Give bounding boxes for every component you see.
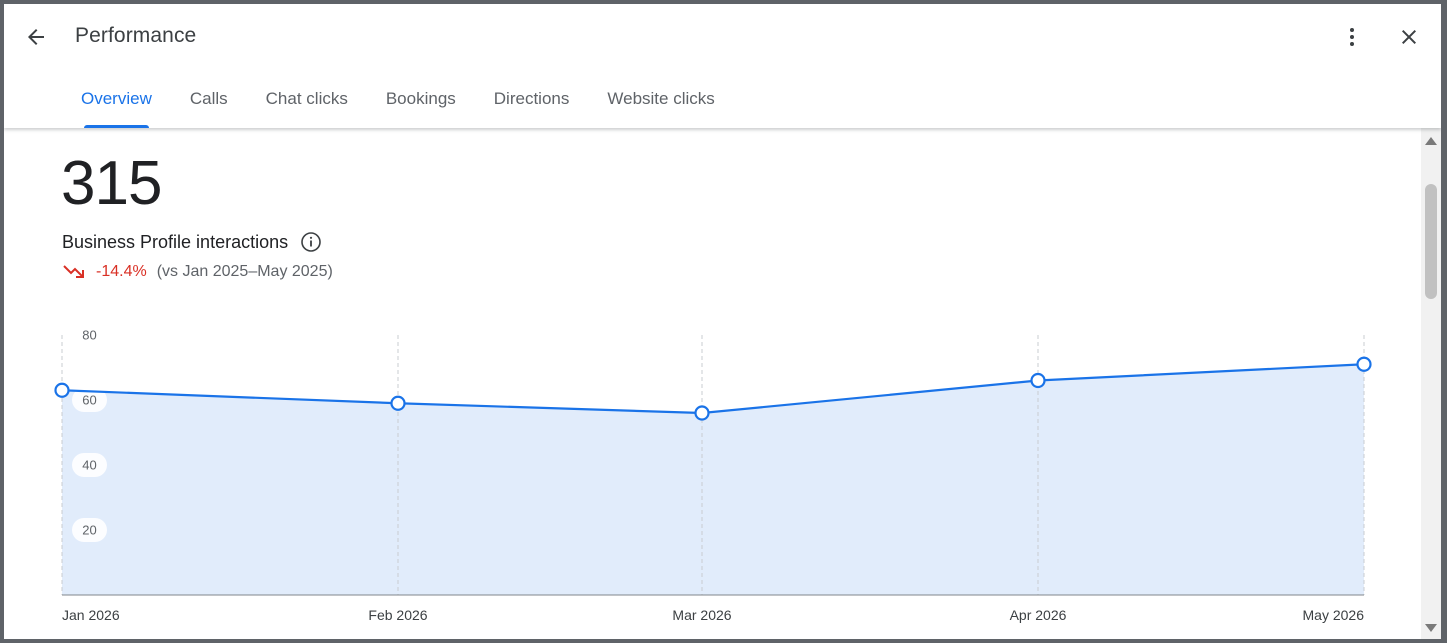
performance-dialog: Performance Overview Calls Chat clicks B… (4, 4, 1441, 639)
close-icon (1402, 30, 1416, 44)
trend-row: -14.4% (vs Jan 2025–May 2025) (62, 263, 333, 281)
page-title: Performance (75, 24, 197, 47)
info-icon[interactable] (300, 231, 322, 253)
comparison-period: (vs Jan 2025–May 2025) (156, 263, 333, 280)
x-tick-label: Mar 2026 (672, 607, 731, 623)
overview-panel: 20 40 60 80 Jan 2026 Feb 2026 Mar 2026 Apr 2026… (4, 128, 1421, 639)
tab-website-clicks[interactable]: Website clicks (588, 78, 733, 128)
y-tick-label: 60 (82, 393, 96, 408)
interactions-chart: 20 40 60 80 Jan 2026 Feb 2026 Mar 2026 Apr 2026… (54, 328, 1372, 623)
tab-chat-clicks[interactable]: Chat clicks (247, 78, 367, 128)
close-button[interactable] (1389, 17, 1429, 57)
tab-bookings[interactable]: Bookings (367, 78, 475, 128)
trending-down-icon (63, 265, 84, 278)
data-point-jan-2026 (54, 382, 70, 398)
x-tick-label: Apr 2026 (1010, 607, 1067, 623)
x-tick-label: Jan 2026 (62, 607, 120, 623)
data-point-mar-2026 (694, 405, 710, 421)
scrollbar-thumb[interactable] (1425, 184, 1437, 299)
tab-calls[interactable]: Calls (171, 78, 247, 128)
tab-directions[interactable]: Directions (475, 78, 589, 128)
more-vert-icon (1350, 28, 1354, 46)
y-tick-label: 20 (82, 523, 96, 538)
data-point-apr-2026 (1030, 372, 1046, 389)
dialog-header: Performance Overview Calls Chat clicks B… (4, 4, 1441, 128)
data-point-feb-2026 (390, 395, 406, 411)
back-button[interactable] (16, 17, 56, 57)
tab-bar: Overview Calls Chat clicks Bookings Dire… (62, 78, 734, 128)
x-tick-label: Feb 2026 (368, 607, 427, 623)
change-percent: -14.4% (96, 263, 147, 280)
vertical-scrollbar[interactable] (1421, 128, 1441, 639)
metric-label: Business Profile interactions (62, 231, 289, 252)
tab-overview[interactable]: Overview (62, 78, 171, 128)
arrow-back-icon (28, 29, 44, 45)
metric-label-row: Business Profile interactions (62, 231, 322, 253)
y-tick-label: 80 (82, 328, 96, 343)
data-point-may-2026 (1356, 356, 1372, 372)
y-tick-label: 40 (82, 458, 96, 473)
scroll-up-arrow-icon[interactable] (1424, 134, 1438, 148)
x-tick-label: May 2026 (1303, 607, 1365, 623)
scroll-down-arrow-icon[interactable] (1424, 621, 1438, 635)
more-options-button[interactable] (1332, 17, 1372, 57)
total-interactions-value: 315 (61, 149, 162, 218)
